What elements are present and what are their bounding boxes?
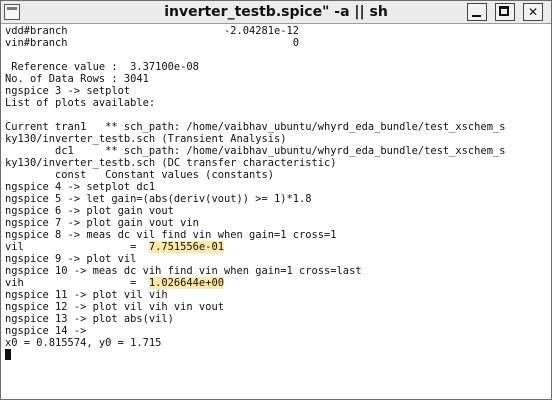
terminal-line: ngspice 11 -> plot vil vih (5, 289, 168, 301)
minimize-button[interactable] (467, 3, 487, 21)
terminal-line: Reference value : 3.37100e-08 (5, 61, 199, 73)
terminal-line: ngspice 7 -> plot gain vout vin (5, 217, 199, 229)
terminal-line-prefix: vih = (5, 277, 149, 289)
terminal-line-prefix: vil = (5, 241, 149, 253)
terminal-prompt-line[interactable] (5, 349, 547, 361)
terminal-line: ngspice 12 -> plot vil vih vin vout (5, 301, 224, 313)
terminal-line: vdd#branch -2.04281e-12 (5, 25, 300, 37)
terminal-output[interactable]: vdd#branch -2.04281e-12 vin#branch 0 Refe… (5, 25, 547, 399)
terminal-line: ngspice 4 -> setplot dc1 (5, 181, 156, 193)
terminal-line: const Constant values (constants) (5, 169, 274, 181)
title-bar[interactable]: inverter_testb.spice" -a || sh ✕ (1, 1, 551, 24)
terminal-line: No. of Data Rows : 3041 (5, 73, 149, 85)
terminal-line: ngspice 13 -> plot abs(vil) (5, 313, 174, 325)
terminal-line: List of plots available: (5, 97, 156, 109)
text-cursor (5, 349, 11, 360)
maximize-button[interactable] (495, 3, 515, 21)
terminal-line: ngspice 10 -> meas dc vih find vin when … (5, 265, 362, 277)
highlighted-value: 7.751556e-01 (148, 241, 224, 253)
terminal-line: ngspice 14 -> (5, 325, 87, 337)
terminal-line: ky130/inverter_testb.sch (Transient Anal… (5, 133, 287, 145)
terminal-line: ky130/inverter_testb.sch (DC transfer ch… (5, 157, 337, 169)
terminal-line: Current tran1 ** sch_path: /home/vaibhav… (5, 121, 506, 133)
terminal-line: vil = 7.751556e-01 (5, 241, 547, 253)
highlighted-value: 1.026644e+00 (148, 277, 224, 289)
maximize-icon (499, 6, 509, 16)
terminal-line: x0 = 0.815574, y0 = 1.715 (5, 337, 162, 349)
terminal-line: ngspice 8 -> meas dc vil find vin when g… (5, 229, 337, 241)
terminal-line: ngspice 6 -> plot gain vout (5, 205, 174, 217)
terminal-line: dc1 ** sch_path: /home/vaibhav_ubuntu/wh… (5, 145, 506, 157)
terminal-line: ngspice 3 -> setplot (5, 85, 131, 97)
terminal-line: ngspice 9 -> plot vil (5, 253, 137, 265)
minimize-icon (472, 15, 481, 17)
close-button[interactable]: ✕ (523, 3, 543, 21)
terminal-line: vin#branch 0 (5, 37, 300, 49)
terminal-line: vih = 1.026644e+00 (5, 277, 547, 289)
terminal-line: ngspice 5 -> let gain=(abs(deriv(vout)) … (5, 193, 312, 205)
terminal-window: inverter_testb.spice" -a || sh ✕ vdd#bra… (0, 0, 552, 400)
